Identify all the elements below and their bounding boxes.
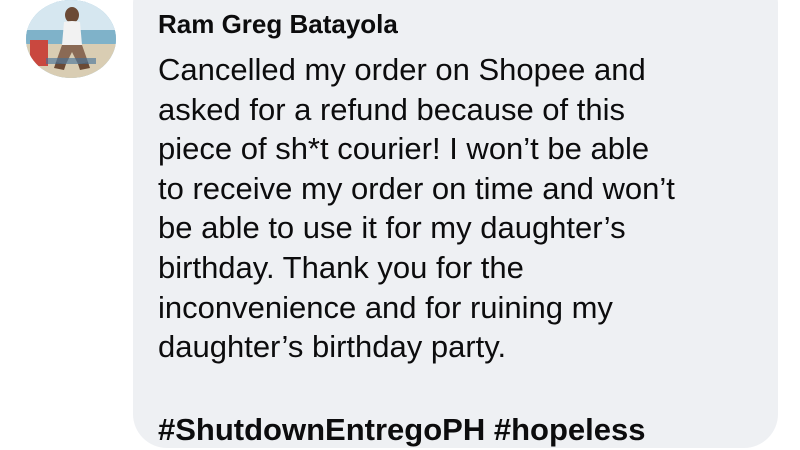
author-name[interactable]: Ram Greg Batayola [158,8,398,40]
comment-line: asked for a refund because of this [158,91,626,127]
comment-body: Cancelled my order on Shopee and asked f… [158,50,758,367]
comment-screenshot: Ram Greg Batayola Cancelled my order on … [0,0,800,450]
comment-line: birthday. Thank you for the [158,249,524,285]
avatar[interactable] [26,0,116,78]
hashtag-link[interactable]: #ShutdownEntregoPH [158,412,485,447]
hashtag-link[interactable]: #hopeless [494,412,646,447]
comment-line: Cancelled my order on Shopee and [158,52,646,87]
avatar-photo-icon [26,0,116,78]
comment-line: to receive my order on time and won’t [158,170,675,206]
comment-line: be able to use it for my daughter’s [158,210,626,246]
comment-line: piece of sh*t courier! I won’t be able [158,131,650,167]
hashtag-row: #ShutdownEntregoPH #hopeless [158,410,645,450]
comment-line: daughter’s birthday party. [158,329,507,365]
comment-line: inconvenience and for ruining my [158,289,613,325]
